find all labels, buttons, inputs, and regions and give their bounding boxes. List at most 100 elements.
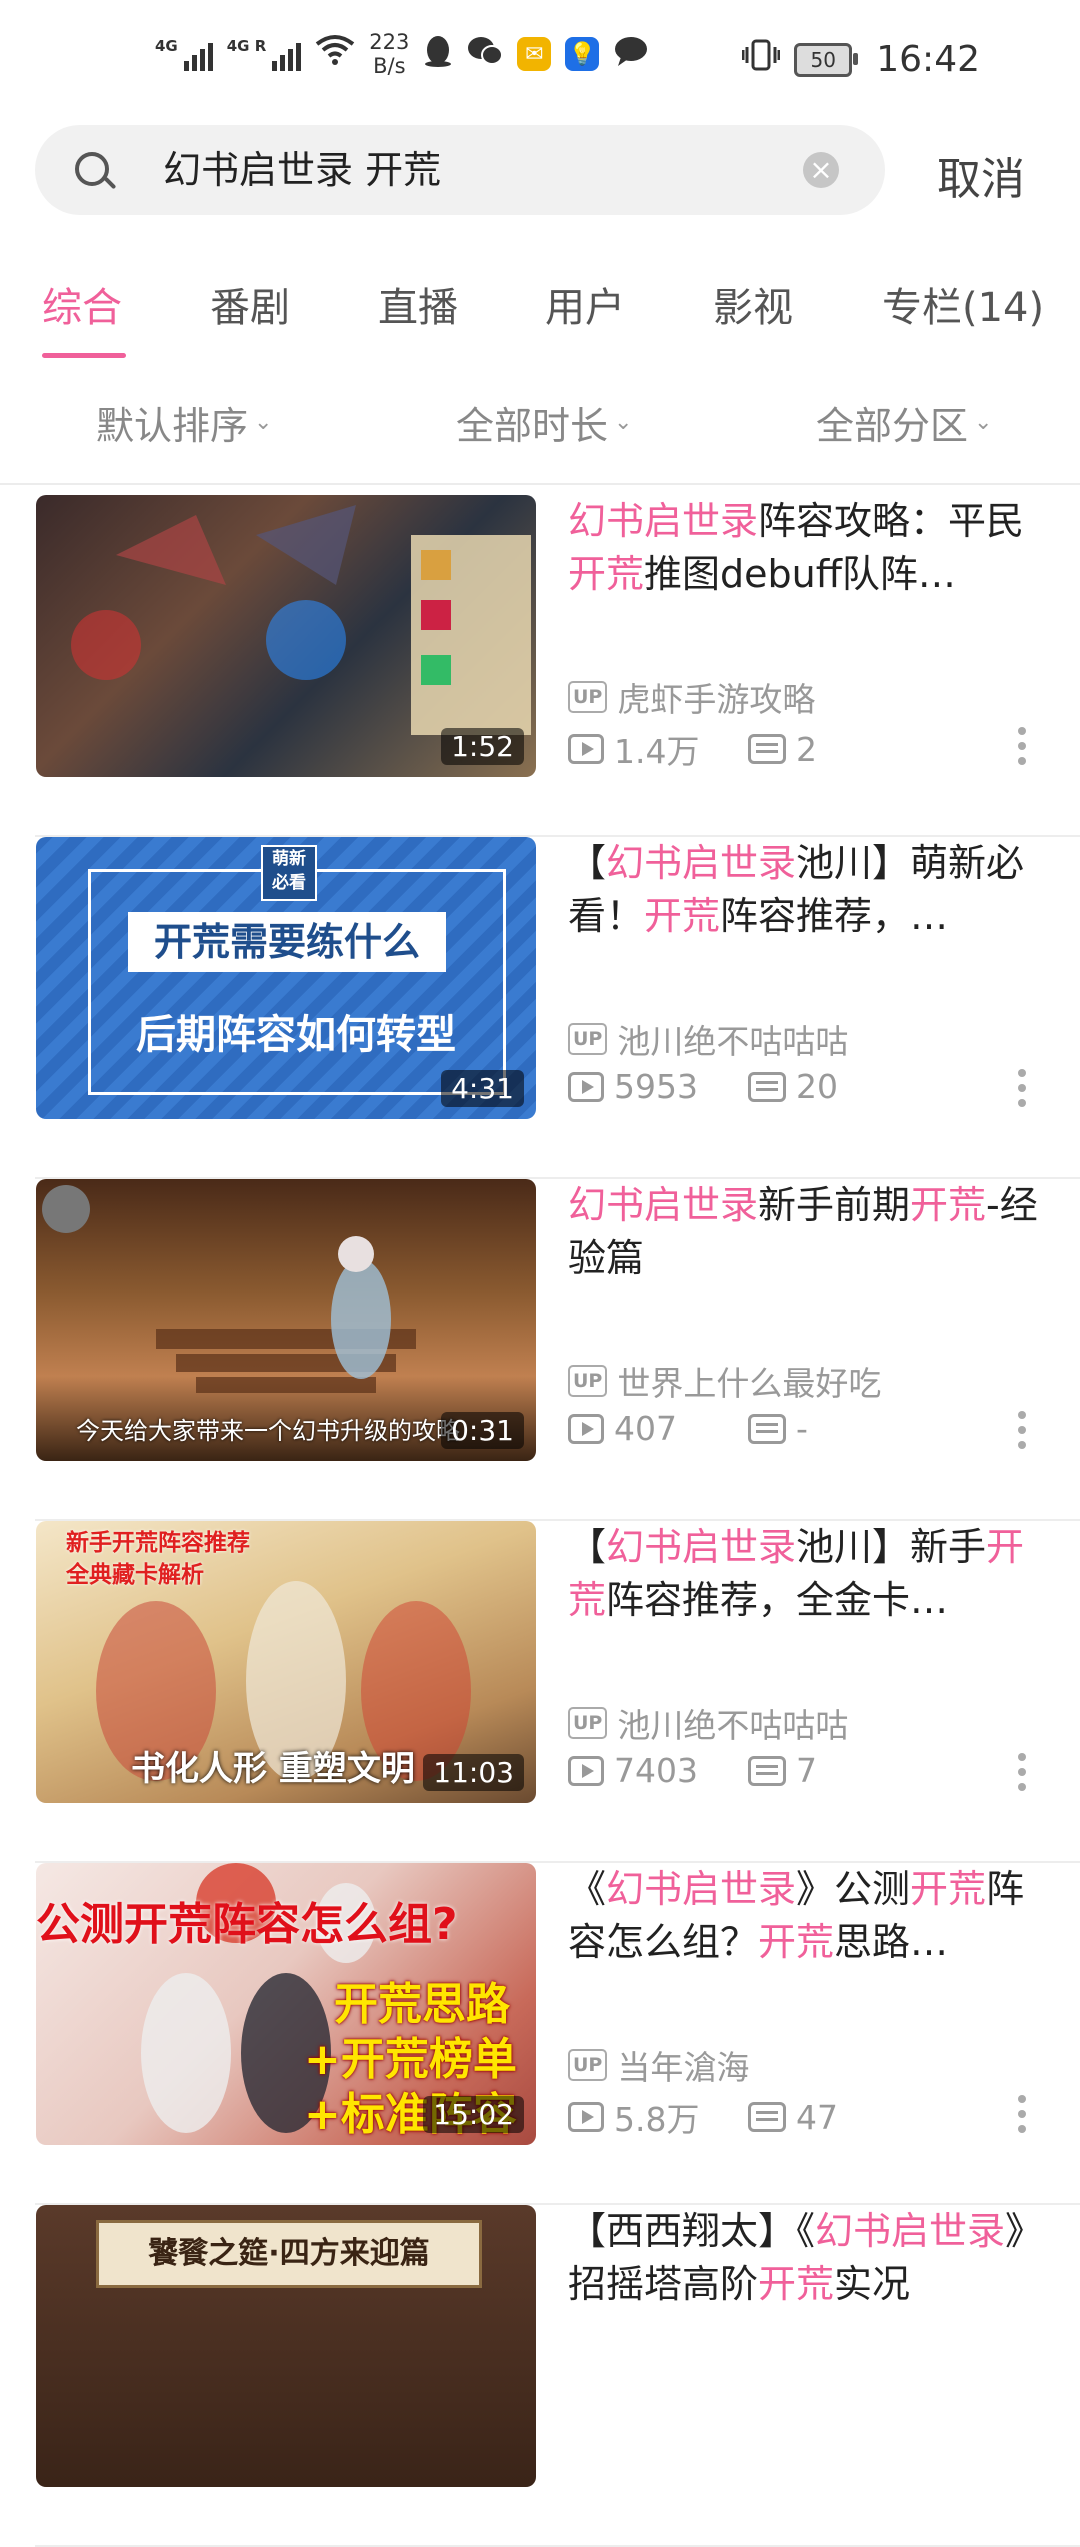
title-segment: 开荒	[644, 894, 721, 938]
view-count: 5953	[614, 1067, 698, 1106]
duration-filter[interactable]: 全部时长 ⌄	[456, 395, 632, 450]
title-segment: 开荒	[568, 552, 645, 596]
category-filter-label: 全部分区	[816, 404, 969, 448]
up-badge-icon: UP	[568, 2049, 608, 2081]
video-thumbnail[interactable]: 今天给大家带来一个幻书升级的攻略 0:31	[36, 1179, 536, 1461]
qq-icon	[423, 34, 453, 74]
video-stats: 5.8万 47	[568, 2093, 838, 2141]
title-segment: 开荒	[910, 1183, 987, 1227]
danmaku-count: -	[796, 1409, 808, 1448]
thumbnail-caption: 后期阵容如何转型	[136, 1012, 456, 1058]
video-title[interactable]: 幻书启世录阵容攻略：平民开荒推图debuff队阵…	[568, 495, 1038, 601]
tab-articles[interactable]: 专栏(14)	[882, 275, 1044, 333]
more-options-icon[interactable]	[1018, 727, 1026, 771]
video-title[interactable]: 幻书启世录新手前期开荒-经验篇	[568, 1179, 1038, 1285]
more-options-icon[interactable]	[1018, 2095, 1026, 2139]
chevron-down-icon: ⌄	[614, 410, 633, 435]
title-segment: 阵容推荐，…	[720, 894, 949, 938]
video-thumbnail[interactable]: 新手开荒阵容推荐 全典藏卡解析 书化人形 重塑文明 11:03	[36, 1521, 536, 1803]
search-query[interactable]: 幻书启世录 开荒	[163, 145, 441, 195]
video-duration: 15:02	[423, 2096, 524, 2133]
title-segment: 阵容攻略：平民	[758, 499, 1025, 543]
search-input[interactable]: 幻书启世录 开荒 ×	[35, 125, 885, 215]
category-filter[interactable]: 全部分区 ⌄	[816, 395, 992, 450]
bulb-app-icon: 💡	[565, 37, 600, 71]
video-title[interactable]: 【幻书启世录池川】新手开荒阵容推荐，全金卡…	[568, 1521, 1038, 1627]
thumbnail-caption: 必看	[272, 873, 306, 893]
title-segment: 【	[568, 1525, 607, 1569]
video-thumbnail[interactable]: 饕餮之筵·四方来迎篇	[36, 2205, 536, 2487]
message-icon	[613, 35, 649, 73]
video-item[interactable]: 新手开荒阵容推荐 全典藏卡解析 书化人形 重塑文明 11:03 【幻书启世录池川…	[0, 1521, 1080, 1863]
tab-live[interactable]: 直播	[378, 275, 458, 333]
cell-signal-1-icon: 4G	[155, 37, 213, 71]
sort-filter[interactable]: 默认排序 ⌄	[96, 395, 272, 450]
title-segment: 新手前期	[758, 1183, 911, 1227]
vibrate-icon	[741, 38, 781, 81]
network-type-1: 4G	[155, 37, 178, 55]
network-speed: 223 B/s	[369, 30, 409, 78]
battery-icon: 50	[794, 42, 859, 77]
more-options-icon[interactable]	[1018, 1753, 1026, 1797]
video-thumbnail[interactable]: 1:52	[36, 495, 536, 777]
tab-users[interactable]: 用户	[545, 275, 625, 333]
video-title[interactable]: 【西西翔太】《幻书启世录》招摇塔高阶开荒实况	[568, 2205, 1038, 2311]
more-options-icon[interactable]	[1018, 1069, 1026, 1113]
danmaku-icon	[748, 2102, 786, 2132]
title-segment: 幻书启世录	[568, 499, 759, 543]
uploader[interactable]: UP 世界上什么最好吃	[568, 1357, 881, 1405]
uploader[interactable]: UP 当年滄海	[568, 2041, 749, 2089]
video-stats: 7403 7	[568, 1751, 817, 1790]
video-list: 1:52 幻书启世录阵容攻略：平民开荒推图debuff队阵… UP 虎虾手游攻略 …	[0, 495, 1080, 2547]
tab-bangumi[interactable]: 番剧	[210, 275, 290, 333]
mail-app-icon: ✉	[517, 37, 552, 71]
cancel-button[interactable]: 取消	[937, 143, 1025, 207]
uploader[interactable]: UP 虎虾手游攻略	[568, 673, 815, 721]
sort-filter-label: 默认排序	[96, 404, 249, 448]
search-tabs: 综合 番剧 直播 用户 影视 专栏(14)	[0, 265, 1080, 360]
video-item[interactable]: 饕餮之筵·四方来迎篇 【西西翔太】《幻书启世录》招摇塔高阶开荒实况	[0, 2205, 1080, 2547]
wifi-icon	[315, 34, 355, 75]
danmaku-icon	[748, 1413, 786, 1444]
video-thumbnail[interactable]: 萌新 必看 开荒需要练什么 后期阵容如何转型 4:31	[36, 837, 536, 1119]
video-item[interactable]: 1:52 幻书启世录阵容攻略：平民开荒推图debuff队阵… UP 虎虾手游攻略 …	[0, 495, 1080, 837]
danmaku-count: 20	[796, 1067, 838, 1106]
title-segment: 【西西翔太】《	[568, 2209, 816, 2253]
uploader-name: 当年滄海	[617, 2048, 750, 2087]
play-count-icon	[568, 2102, 604, 2132]
up-badge-icon: UP	[568, 681, 608, 713]
uploader[interactable]: UP 池川绝不咕咕咕	[568, 1015, 848, 1063]
up-badge-icon: UP	[568, 1365, 608, 1397]
video-item[interactable]: 公测开荒阵容怎么组? 开荒思路 +开荒榜单 +标准阵容 15:02 《幻书启世录…	[0, 1863, 1080, 2205]
clear-search-icon[interactable]: ×	[803, 152, 839, 188]
chevron-down-icon: ⌄	[974, 410, 993, 435]
video-title[interactable]: 《幻书启世录》公测开荒阵容怎么组？开荒思路…	[568, 1863, 1038, 1969]
network-type-2: 4G R	[226, 37, 267, 55]
up-badge-icon: UP	[568, 1707, 608, 1739]
title-segment: 【	[568, 841, 607, 885]
up-badge-icon: UP	[568, 1023, 608, 1055]
play-count-icon	[568, 1071, 604, 1102]
uploader-name: 池川绝不咕咕咕	[617, 1706, 849, 1745]
view-count: 5.8万	[614, 2100, 700, 2139]
title-segment: 》公测	[796, 1867, 911, 1911]
video-thumbnail[interactable]: 公测开荒阵容怎么组? 开荒思路 +开荒榜单 +标准阵容 15:02	[36, 1863, 536, 2145]
status-bar: 4G 4G R 223 B/s ✉ 💡 50 16:42	[0, 0, 1080, 120]
play-count-icon	[568, 1755, 604, 1786]
uploader-name: 世界上什么最好吃	[617, 1364, 882, 1403]
tab-overall[interactable]: 综合	[42, 275, 122, 333]
title-segment: 幻书启世录	[606, 1525, 797, 1569]
video-item[interactable]: 今天给大家带来一个幻书升级的攻略 0:31 幻书启世录新手前期开荒-经验篇 UP…	[0, 1179, 1080, 1521]
duration-filter-label: 全部时长	[456, 404, 609, 448]
play-count-icon	[568, 1413, 604, 1444]
title-segment: 思路…	[834, 1920, 949, 1964]
video-title[interactable]: 【幻书启世录池川】萌新必看！开荒阵容推荐，…	[568, 837, 1038, 943]
more-options-icon[interactable]	[1018, 1411, 1026, 1455]
danmaku-icon	[748, 1755, 786, 1786]
chevron-down-icon: ⌄	[254, 410, 273, 435]
video-stats: 407 -	[568, 1409, 808, 1448]
video-item[interactable]: 萌新 必看 开荒需要练什么 后期阵容如何转型 4:31 【幻书启世录池川】萌新必…	[0, 837, 1080, 1179]
title-segment: 《	[568, 1867, 607, 1911]
uploader[interactable]: UP 池川绝不咕咕咕	[568, 1699, 848, 1747]
tab-movies[interactable]: 影视	[713, 275, 793, 333]
